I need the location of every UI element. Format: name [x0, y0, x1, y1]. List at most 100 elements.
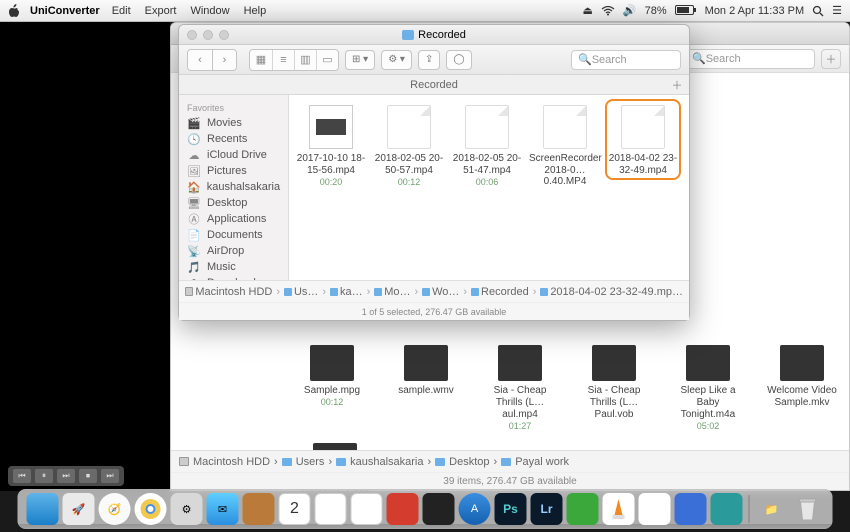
path-segment[interactable]: kaushalsakaria — [350, 456, 423, 468]
dock-contacts[interactable] — [243, 493, 275, 525]
file-item[interactable]: Sia - Cheap Thrills (L…aul.mp401:27 — [483, 345, 557, 431]
file-thumb — [310, 345, 354, 381]
sidebar-item[interactable]: 🖼Pictures — [179, 163, 288, 179]
last-button[interactable]: ⏭ — [101, 469, 119, 483]
view-gallery[interactable]: ▭ — [316, 50, 338, 70]
apple-menu-icon[interactable] — [8, 4, 20, 18]
sidebar-item[interactable]: 🎬Movies — [179, 115, 288, 131]
file-item[interactable]: 2018-02-05 20-51-47.mp4 00:06 — [451, 105, 523, 187]
sidebar-item[interactable]: 🏠kaushalsakaria — [179, 179, 288, 195]
search-field[interactable]: 🔍 Search — [571, 50, 681, 70]
menu-window[interactable]: Window — [190, 5, 229, 17]
dock-vlc[interactable] — [603, 493, 635, 525]
titlebar[interactable]: Recorded — [179, 25, 689, 45]
sidebar-item[interactable]: 📡AirDrop — [179, 243, 288, 259]
dock-calendar[interactable]: 2 — [279, 493, 311, 525]
file-item[interactable]: Sample.mpg00:12 — [295, 345, 369, 431]
file-item[interactable]: Sia - Cheap Thrills (L…Paul.vob — [577, 345, 651, 431]
view-columns[interactable]: ▥ — [294, 50, 316, 70]
dock-trash[interactable] — [792, 493, 824, 525]
view-segmented[interactable]: ▦ ≡ ▥ ▭ — [249, 49, 339, 71]
next-button[interactable]: ⏭ — [57, 469, 75, 483]
dock-app-teal[interactable] — [711, 493, 743, 525]
file-item[interactable]: Welcome Video Sample.mkv — [765, 345, 839, 431]
view-list[interactable]: ≡ — [272, 50, 294, 70]
path-segment[interactable]: ka… — [340, 286, 363, 298]
dock-photoshop[interactable]: Ps — [495, 493, 527, 525]
battery-icon[interactable] — [675, 5, 697, 16]
prev-button[interactable]: ⏮ — [13, 469, 31, 483]
sidebar-item[interactable]: ☁iCloud Drive — [179, 147, 288, 163]
menu-edit[interactable]: Edit — [112, 5, 131, 17]
file-item[interactable]: sample.wmv — [389, 345, 463, 431]
file-item[interactable]: 2018-04-02 23-32-49.mp4 — [607, 105, 679, 176]
dock-mail[interactable]: ✉ — [207, 493, 239, 525]
close-button[interactable] — [187, 30, 197, 40]
dock-app-red[interactable] — [387, 493, 419, 525]
dock-downloads[interactable]: 📁 — [756, 493, 788, 525]
file-item[interactable]: Sleep Like a Baby Tonight.m4a05:02 — [671, 345, 745, 431]
pause-button[interactable]: ⏸ — [35, 469, 53, 483]
path-segment[interactable]: 2018-04-02 23-32-49.mp… — [550, 286, 683, 298]
back-button[interactable]: ‹ — [188, 50, 212, 70]
sidebar-item[interactable]: ⒶApplications — [179, 211, 288, 227]
sidebar-item[interactable]: 📄Documents — [179, 227, 288, 243]
notifications-icon[interactable]: ☰ — [832, 4, 842, 17]
path-segment[interactable]: Macintosh HDD — [195, 286, 272, 298]
action-button[interactable]: ⚙ ▾ — [381, 50, 412, 70]
menu-help[interactable]: Help — [244, 5, 267, 17]
dock-chrome[interactable] — [135, 493, 167, 525]
share-button[interactable]: ⇪ — [418, 50, 440, 70]
sidebar-item[interactable]: 🎵Music — [179, 259, 288, 275]
tags-button[interactable]: ◯ — [446, 50, 471, 70]
file-item[interactable]: 2018-02-05 20-50-57.mp4 00:12 — [373, 105, 445, 187]
dock-settings[interactable]: ⚙ — [171, 493, 203, 525]
dock-appstore[interactable]: A — [459, 493, 491, 525]
menu-export[interactable]: Export — [145, 5, 177, 17]
dock-app[interactable] — [351, 493, 383, 525]
wifi-icon[interactable] — [601, 6, 615, 16]
sidebar-item[interactable]: ⬇Downloads — [179, 275, 288, 280]
dock-wondershare[interactable] — [639, 493, 671, 525]
add-button[interactable]: ＋ — [821, 49, 841, 69]
file-item[interactable]: 2017-10-10 18-15-56.mp4 00:20 — [295, 105, 367, 187]
dock-notes[interactable] — [315, 493, 347, 525]
dock-app-green[interactable] — [567, 493, 599, 525]
path-segment[interactable]: Users — [296, 456, 325, 468]
tab[interactable]: Recorded — [410, 79, 458, 91]
path-segment[interactable]: Desktop — [449, 456, 489, 468]
dock-launchpad[interactable]: 🚀 — [63, 493, 95, 525]
eject-icon[interactable]: ⏏ — [583, 4, 593, 17]
path-segment[interactable]: Payal work — [515, 456, 569, 468]
path-segment[interactable]: Us… — [294, 286, 318, 298]
battery-percent: 78% — [645, 5, 667, 17]
app-name[interactable]: UniConverter — [30, 5, 100, 17]
dock-finder[interactable] — [27, 493, 59, 525]
spotlight-icon[interactable] — [812, 5, 824, 17]
view-icons[interactable]: ▦ — [250, 50, 272, 70]
dock-terminal[interactable] — [423, 493, 455, 525]
file-item[interactable]: ScreenRecorder 2018-0…0.40.MP4 — [529, 105, 601, 188]
new-tab-button[interactable]: ＋ — [669, 77, 685, 93]
dock-safari[interactable]: 🧭 — [99, 493, 131, 525]
minimize-button[interactable] — [203, 30, 213, 40]
zoom-button[interactable] — [219, 30, 229, 40]
path-segment[interactable]: Macintosh HDD — [193, 456, 270, 468]
sidebar-item-label: Movies — [207, 117, 242, 129]
search-field[interactable]: 🔍 Search — [685, 49, 815, 69]
stop-button[interactable]: ⏹ — [79, 469, 97, 483]
volume-icon[interactable]: 🔊 — [623, 4, 637, 17]
dock-lightroom[interactable]: Lr — [531, 493, 563, 525]
path-segment[interactable]: Mo… — [384, 286, 410, 298]
icon-view[interactable]: 2017-10-10 18-15-56.mp4 00:20 2018-02-05… — [289, 95, 689, 280]
arrange-button[interactable]: ⊞ ▾ — [345, 50, 375, 70]
path-segment[interactable]: Recorded — [481, 286, 529, 298]
path-bar[interactable]: Macintosh HDD› Users› kaushalsakaria› De… — [171, 450, 849, 472]
clock[interactable]: Mon 2 Apr 11:33 PM — [705, 5, 804, 17]
path-bar[interactable]: Macintosh HDD› Us…› ka…› Mo…› Wo…› Recor… — [179, 280, 689, 302]
sidebar-item[interactable]: 🖥Desktop — [179, 195, 288, 211]
sidebar-item[interactable]: 🕓Recents — [179, 131, 288, 147]
dock-app-blue[interactable] — [675, 493, 707, 525]
path-segment[interactable]: Wo… — [432, 286, 459, 298]
forward-button[interactable]: › — [212, 50, 236, 70]
